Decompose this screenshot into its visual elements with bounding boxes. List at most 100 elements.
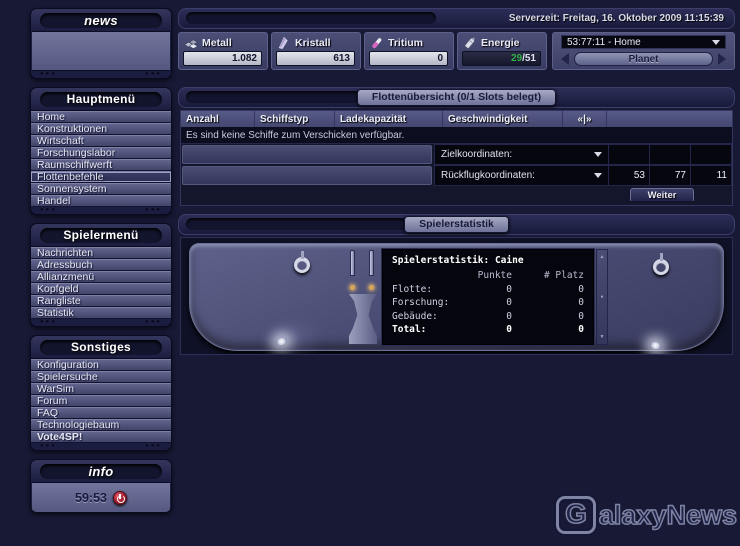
news-title: news — [84, 12, 118, 28]
target-coord-input-1[interactable] — [650, 144, 691, 165]
column-header-schiffstyp[interactable]: Schiffstyp — [255, 111, 335, 127]
sidebar-item-spielersuche[interactable]: Spielersuche — [31, 371, 171, 383]
resource-value-field: 29/51 — [462, 51, 541, 66]
target-coord-input-0[interactable] — [609, 144, 650, 165]
sidebar-item-home[interactable]: Home — [31, 111, 171, 123]
sidebar-item-sonnensystem[interactable]: Sonnensystem — [31, 183, 171, 195]
sidebar: news ●●● ●●● Hauptmenü Home Konstruktionen… — [30, 8, 172, 521]
sidebar-item-technologiebaum[interactable]: Technologiebaum — [31, 419, 171, 431]
sidebar-item-faq[interactable]: FAQ — [31, 407, 171, 419]
return-coord-input-2[interactable] — [691, 165, 732, 186]
pager-header[interactable]: «|» — [563, 111, 607, 127]
scroll-down-icon[interactable]: ▼ — [600, 334, 605, 340]
stat-points: 0 — [506, 283, 512, 295]
stat-points: 0 — [506, 310, 512, 322]
stat-rank: 0 — [578, 283, 584, 295]
weiter-button[interactable]: Weiter — [630, 188, 694, 202]
planet-next-arrow[interactable] — [718, 53, 726, 65]
fleet-empty-message: Es sind keine Schiffe zum Verschicken ve… — [181, 128, 732, 144]
sidebar-item-adressbuch[interactable]: Adressbuch — [31, 259, 171, 271]
sidebar-item-kopfgeld[interactable]: Kopfgeld — [31, 283, 171, 295]
column-header-ladekapazit-t[interactable]: Ladekapazität — [335, 111, 443, 127]
info-box-header: info — [31, 460, 171, 482]
power-icon[interactable] — [112, 490, 127, 505]
energy-max-value: /51 — [522, 53, 536, 64]
stats-column-platz: # Platz — [543, 270, 584, 281]
empty-row-bar — [182, 166, 432, 185]
planet-selector: 53:77:11 - Home Planet — [552, 32, 735, 70]
menu-box-sonstiges: Sonstiges Konfiguration Spielersuche WarSim… — [30, 335, 172, 451]
fleet-table-header: Anzahl Schiffstyp Ladekapazität Geschwindig… — [181, 111, 732, 128]
target-coordinates-dropdown[interactable]: Zielkoordinaten: — [434, 144, 609, 165]
sidebar-item-forschungslabor[interactable]: Forschungslabor — [31, 147, 171, 159]
column-header-anzahl[interactable]: Anzahl — [181, 111, 255, 127]
spotlight-left-icon — [275, 336, 288, 347]
sidebar-item-statistik[interactable]: Statistik — [31, 307, 171, 319]
amber-light-icon — [350, 285, 355, 290]
screen-scrollbar[interactable]: ▲ ● ▼ — [596, 249, 608, 345]
sidebar-item-flottenbefehle[interactable]: Flottenbefehle — [31, 171, 171, 183]
vent-dots: ●●● — [145, 71, 162, 77]
spotlight-right-icon — [649, 340, 662, 351]
sidebar-item-wirtschaft[interactable]: Wirtschaft — [31, 135, 171, 147]
resource-label: Energie — [481, 36, 520, 49]
sidebar-item-rangliste[interactable]: Rangliste — [31, 295, 171, 307]
resource-header: Energie — [462, 35, 541, 50]
resource-value-field: 613 — [276, 51, 355, 66]
menu-box-header: Spielermenü — [31, 224, 171, 246]
main-content: Serverzeit: Freitag, 16. Oktober 2009 11… — [178, 8, 735, 355]
stats-table: Punkte # Platz Flotte: 0 0 Forschung: 0 0 Gebä… — [392, 270, 584, 335]
planet-prev-arrow[interactable] — [561, 53, 569, 65]
server-time-bar: Serverzeit: Freitag, 16. Oktober 2009 11… — [178, 8, 735, 29]
menu-list: Nachrichten Adressbuch Allianzmenü Kopfgeld… — [31, 246, 171, 319]
rod-icon — [350, 250, 355, 276]
fleet-panel-body: Anzahl Schiffstyp Ladekapazität Geschwindig… — [180, 110, 733, 206]
scroll-up-icon[interactable]: ▲ — [600, 254, 605, 260]
stat-label-geb-ude: Gebäude: — [392, 310, 438, 322]
stat-rank: 0 — [578, 310, 584, 322]
chevron-down-icon — [594, 173, 602, 178]
stat-rank: 0 — [578, 324, 584, 335]
return-coord-input-1[interactable] — [650, 165, 691, 186]
stats-corner-cell — [392, 270, 452, 281]
resource-value-field: 0 — [369, 51, 448, 66]
resource-bar: Metall 1.082 Kristall 613 Tritium 0 Energie 29/… — [178, 32, 735, 70]
target-coord-input-2[interactable] — [691, 144, 732, 165]
column-header-geschwindigkeit[interactable]: Geschwindigkeit — [443, 111, 563, 127]
logo-g: G — [556, 496, 596, 534]
sidebar-item-raumschiffwerft[interactable]: Raumschiffwerft — [31, 159, 171, 171]
sidebar-item-allianzmen[interactable]: Allianzmenü — [31, 271, 171, 283]
news-body — [32, 31, 170, 71]
logout-timer: 59:53 — [75, 490, 107, 505]
sidebar-item-warsim[interactable]: WarSim — [31, 383, 171, 395]
news-box: news ●●● ●●● — [30, 8, 172, 79]
menu-box-footer: ●●● ●●● — [31, 443, 171, 450]
hook-ring-right-icon — [653, 253, 669, 275]
resource-header: Metall — [183, 35, 262, 50]
return-coord-input-0[interactable] — [609, 165, 650, 186]
resource-label: Metall — [202, 36, 232, 49]
resource-header: Tritium — [369, 35, 448, 50]
news-box-footer: ●●● ●●● — [31, 71, 171, 78]
return-coordinates-dropdown[interactable]: Rückflugkoordinaten: — [434, 165, 609, 186]
stats-panel: Spielerstatistik Spielerstatistik: Caine… — [178, 214, 735, 355]
info-body: 59:53 — [32, 482, 170, 512]
sidebar-item-nachrichten[interactable]: Nachrichten — [31, 247, 171, 259]
fleet-panel: Flottenübersicht (0/1 Slots belegt) Anza… — [178, 87, 735, 206]
planet-button[interactable]: Planet — [574, 52, 713, 66]
info-box: info 59:53 — [30, 459, 172, 513]
sidebar-item-konstruktionen[interactable]: Konstruktionen — [31, 123, 171, 135]
fleet-panel-header: Flottenübersicht (0/1 Slots belegt) — [178, 87, 735, 108]
sidebar-item-handel[interactable]: Handel — [31, 195, 171, 207]
server-time: Serverzeit: Freitag, 16. Oktober 2009 11… — [508, 13, 724, 24]
hook-ring-left-icon — [294, 251, 310, 273]
sidebar-item-forum[interactable]: Forum — [31, 395, 171, 407]
sidebar-item-konfiguration[interactable]: Konfiguration — [31, 359, 171, 371]
stats-panel-header: Spielerstatistik — [178, 214, 735, 235]
fleet-panel-footer: Weiter — [181, 186, 732, 205]
menu-box-footer: ●●● ●●● — [31, 319, 171, 326]
rod-icon — [369, 250, 374, 276]
sidebar-item-vote4sp[interactable]: Vote4SP! — [31, 431, 171, 443]
planet-dropdown[interactable]: 53:77:11 - Home — [561, 35, 726, 49]
resource-kristall: Kristall 613 — [271, 32, 361, 70]
